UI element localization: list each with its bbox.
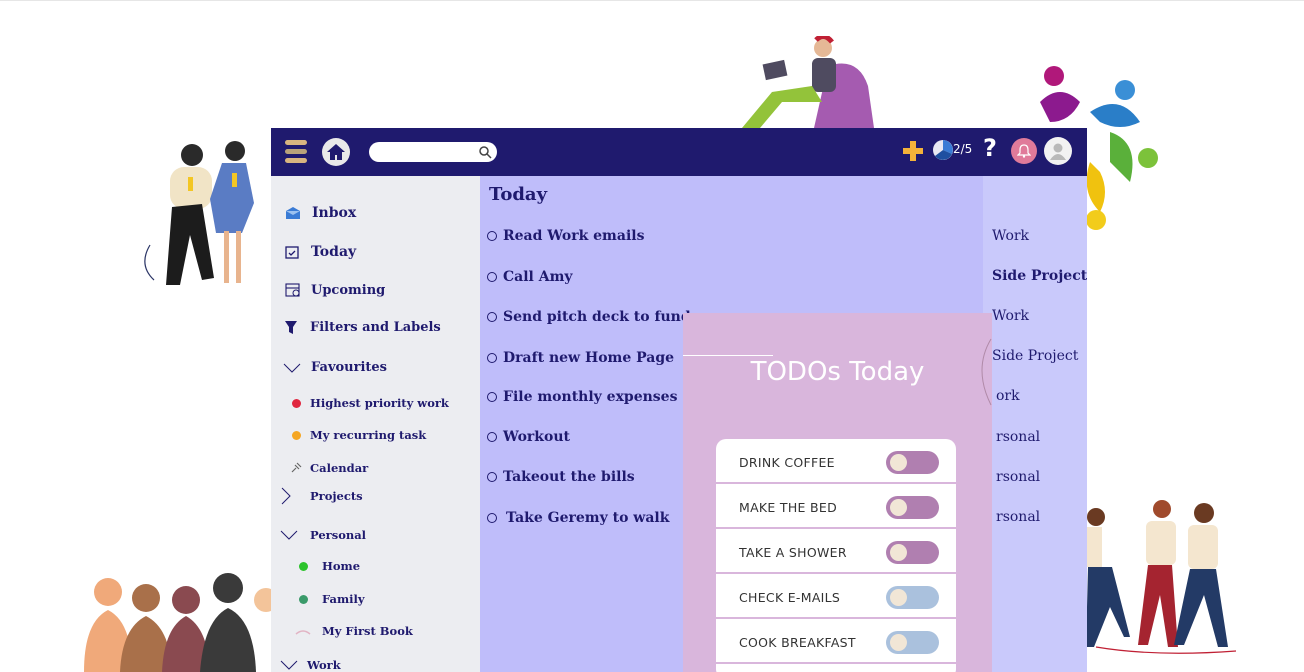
page-title: Today	[489, 184, 548, 205]
todo-toggle[interactable]	[886, 541, 939, 564]
sidebar-item-family[interactable]: Family	[299, 592, 365, 606]
todo-row[interactable]: MAKE THE BED	[716, 484, 956, 529]
dot-icon	[292, 398, 301, 408]
todo-toggle[interactable]	[886, 451, 939, 474]
sidebar-item-home[interactable]: Home	[299, 559, 360, 573]
task-item[interactable]: Call Amy	[487, 269, 573, 285]
walking-people-illustration	[1086, 500, 1237, 654]
chevron-right-icon[interactable]	[281, 487, 291, 505]
sidebar-item-inbox[interactable]: Inbox	[285, 205, 356, 221]
task-checkbox[interactable]	[487, 353, 497, 363]
project-label[interactable]: Work	[992, 308, 1029, 324]
menu-icon[interactable]	[285, 140, 307, 164]
sidebar-item-first-book[interactable]: My First Book	[295, 624, 413, 638]
task-checkbox[interactable]	[487, 272, 497, 282]
sidebar-item-personal[interactable]: Personal	[280, 528, 366, 542]
help-icon[interactable]: ?	[983, 134, 997, 162]
dot-icon	[299, 594, 308, 604]
chevron-down-icon[interactable]	[280, 530, 298, 540]
dancing-couple-illustration	[144, 141, 254, 285]
dot-icon	[299, 561, 308, 571]
sidebar-item-highest-priority[interactable]: Highest priority work	[292, 396, 449, 410]
top-navbar: 2/5 ?	[271, 128, 1087, 176]
productivity-progress[interactable]: 2/5	[953, 142, 972, 156]
overlay-title: TODOs Today	[750, 357, 925, 387]
search-input[interactable]	[369, 142, 497, 162]
bell-icon	[1017, 144, 1031, 158]
task-item[interactable]: Takeout the bills	[487, 469, 635, 485]
pin-icon	[291, 462, 302, 473]
task-item[interactable]: Draft new Home Page	[487, 350, 674, 366]
project-label[interactable]: Side Project	[992, 268, 1087, 284]
task-item[interactable]: Workout	[487, 429, 570, 445]
dot-icon	[292, 430, 301, 440]
book-icon	[295, 630, 311, 635]
todo-row[interactable]: TAKE A SHOWER	[716, 529, 956, 574]
task-item[interactable]: File monthly expenses	[487, 389, 677, 405]
laptop-person-illustration	[742, 36, 874, 128]
chevron-down-icon[interactable]	[280, 660, 298, 670]
task-checkbox[interactable]	[487, 231, 497, 241]
task-item[interactable]: Take Geremy to walk	[487, 510, 669, 526]
sidebar-item-projects[interactable]: Projects	[281, 487, 363, 505]
productivity-pie-icon[interactable]	[932, 139, 954, 161]
task-item[interactable]: Read Work emails	[487, 228, 644, 244]
project-label-column: Work Side Project Work Side Project ork …	[983, 176, 1087, 672]
task-checkbox[interactable]	[487, 432, 497, 442]
user-avatar[interactable]	[1044, 137, 1072, 165]
overlay-divider	[683, 355, 773, 356]
sidebar-item-filters[interactable]: Filters and Labels	[285, 320, 441, 335]
calendar-today-icon	[285, 246, 299, 259]
project-label[interactable]: Side Project	[992, 348, 1078, 364]
sidebar-item-calendar[interactable]: Calendar	[290, 461, 368, 475]
chevron-down-icon[interactable]	[283, 363, 301, 373]
task-checkbox[interactable]	[487, 472, 497, 482]
filter-icon	[285, 320, 297, 334]
todo-row[interactable]: DRINK COFFEE	[716, 439, 956, 484]
todo-toggle[interactable]	[886, 496, 939, 519]
project-label[interactable]: ork	[996, 388, 1020, 404]
crowd-silhouettes-illustration	[84, 573, 273, 672]
home-button[interactable]	[322, 138, 350, 166]
task-checkbox[interactable]	[487, 513, 497, 523]
notifications-button[interactable]	[1011, 138, 1037, 164]
top-divider	[0, 0, 1304, 1]
task-item[interactable]: Send pitch deck to fund ra	[487, 309, 712, 325]
add-task-icon[interactable]	[901, 139, 925, 163]
todo-row[interactable]: COOK BREAKFAST	[716, 619, 956, 664]
todo-checklist-card: DRINK COFFEE MAKE THE BED TAKE A SHOWER …	[716, 439, 956, 672]
sidebar-item-today[interactable]: Today	[285, 244, 356, 260]
user-icon	[1050, 143, 1066, 160]
sidebar-item-upcoming[interactable]: Upcoming	[285, 282, 385, 298]
sidebar-item-favourites[interactable]: Favourites	[283, 360, 387, 375]
calendar-upcoming-icon	[285, 283, 300, 297]
sidebar: Inbox Today Upcoming Filters and Labels …	[271, 176, 480, 672]
todo-toggle[interactable]	[886, 586, 939, 609]
project-label[interactable]: Work	[992, 228, 1029, 244]
todo-toggle[interactable]	[886, 631, 939, 654]
project-label[interactable]: rsonal	[996, 469, 1040, 485]
project-label[interactable]: rsonal	[996, 429, 1040, 445]
todos-today-overlay: TODOs Today DRINK COFFEE MAKE THE BED TA…	[683, 313, 992, 672]
search-icon[interactable]	[478, 145, 492, 159]
sidebar-item-recurring-task[interactable]: My recurring task	[292, 428, 426, 442]
overlay-curve	[981, 338, 992, 406]
inbox-icon	[286, 207, 300, 219]
task-checkbox[interactable]	[487, 392, 497, 402]
todo-row[interactable]: CHECK E-MAILS	[716, 574, 956, 619]
task-checkbox[interactable]	[487, 312, 497, 322]
project-label[interactable]: rsonal	[996, 509, 1040, 525]
sidebar-item-work[interactable]: Work	[280, 658, 341, 672]
home-icon	[327, 144, 345, 160]
